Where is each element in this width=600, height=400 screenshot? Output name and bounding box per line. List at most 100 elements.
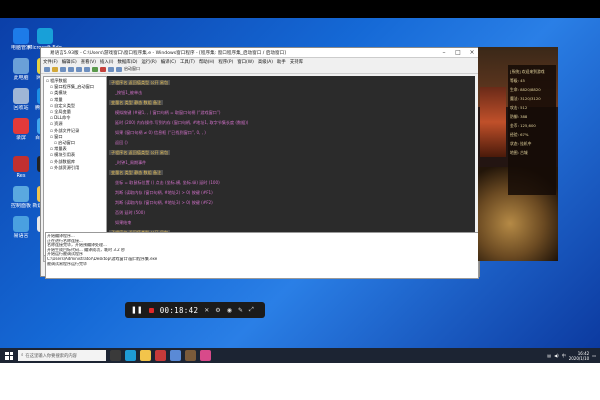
save-icon[interactable]	[60, 66, 66, 72]
game-text-line: 等级: 45	[510, 78, 525, 83]
code-line[interactable]: 判断 (读取内存 (窗口句柄, #地址2) > 0) 按键 (#F1)	[115, 190, 213, 195]
toolbar-window-label: 启动窗口	[124, 66, 140, 71]
volume-icon[interactable]: ◀)	[554, 353, 559, 358]
windows-start-icon[interactable]	[5, 351, 13, 360]
tree-item[interactable]: ▫ 外部资源引用	[46, 165, 104, 171]
code-line[interactable]: _时钟1_周期事件	[115, 160, 146, 165]
minimize-icon[interactable]: –	[437, 48, 451, 57]
code-line[interactable]: _按钮1_被单击	[115, 90, 142, 95]
game-text-line: 防御: 388	[510, 114, 528, 119]
top-letterbox	[0, 0, 600, 18]
edge-taskbar-icon[interactable]	[125, 350, 136, 361]
menu-item[interactable]: 窗口(W)	[237, 59, 254, 65]
menu-item[interactable]: 高级(A)	[258, 59, 273, 65]
find-icon[interactable]	[116, 66, 122, 72]
new-file-icon[interactable]	[44, 66, 50, 72]
cut-icon[interactable]	[68, 66, 74, 72]
menu-item[interactable]: 帮助(H)	[199, 59, 215, 65]
menu-item[interactable]: 程序(P)	[218, 59, 233, 65]
ide-titlebar: 易语言5.93版 - C:\Users\游戏窗口\窗口程序集.e - Windo…	[41, 48, 479, 58]
code-table-header[interactable]: 子程序名 返回值类型 公开 易包	[109, 80, 171, 85]
code-editor[interactable]: 子程序名 返回值类型 公开 易包 _按钮1_被单击 变量名 类型 静态 数组 备注模…	[107, 76, 475, 254]
record-timer: 00:18:42	[159, 305, 199, 315]
project-tree: ▫ 程序数据 ▫ 窗口程序集_启动窗口 ▫ 类模块 ▫ 常量 ▫ 自定义类型 ▫ 全局变量…	[44, 77, 106, 172]
paste-icon[interactable]	[84, 66, 90, 72]
game-text-line: 生命: 8820/8820	[510, 87, 541, 92]
game-text-line: 状态: 挂机中	[510, 141, 532, 146]
search-placeholder: 在这里输入你要搜索的内容	[25, 353, 77, 359]
game-text-line: 金币: 125,600	[510, 123, 536, 128]
code-line[interactable]: 否则 延时 (500)	[115, 210, 145, 215]
pen-icon[interactable]: ✎	[238, 307, 243, 314]
compile-icon[interactable]	[108, 66, 114, 72]
app-taskbar-icon-2[interactable]	[170, 350, 181, 361]
camera-icon[interactable]: ◉	[227, 307, 232, 314]
code-line[interactable]: 返回 ()	[115, 140, 128, 145]
code-line[interactable]: 判断 (读取内存 (窗口句柄, #地址3) > 0) 按键 (#F2)	[115, 200, 213, 205]
code-line[interactable]: 坐标 = 取鼠标位置 () 点击 (坐标.横, 坐标.纵) 延时 (100)	[115, 180, 220, 185]
pause-icon[interactable]: ❚❚	[131, 306, 143, 314]
network-icon[interactable]: ▤	[547, 353, 551, 358]
tree-item-label: 自定义类型	[54, 102, 76, 108]
game-text-line: 地图: 古城	[510, 150, 528, 155]
notification-icon[interactable]: ▭	[592, 353, 596, 358]
menu-item[interactable]: 工具(T)	[180, 59, 195, 65]
clock-date: 2020/1/10	[568, 355, 590, 361]
explorer-taskbar-icon[interactable]	[140, 350, 151, 361]
open-folder-icon[interactable]	[52, 66, 58, 72]
output-panel[interactable]: 开始编译程序... 正在进行名称连接... 名称连接完毕，开始预编译处理... 开始生…	[45, 232, 479, 279]
tree-item-label: 常量	[54, 96, 63, 102]
code-table-header[interactable]: 变量名 类型 静态 数组 备注	[109, 100, 164, 105]
app-icon	[13, 216, 29, 232]
menu-item[interactable]: 查看(V)	[81, 59, 96, 65]
game-text-line: 经验: 67%	[510, 132, 529, 137]
close-icon[interactable]: ×	[465, 48, 479, 57]
code-line[interactable]: 如果结束	[115, 220, 131, 225]
app-icon	[13, 156, 29, 172]
code-line[interactable]: 模拟按键 (#键1, , ) 窗口句柄 = 取窗口句柄 (“游戏窗口”)	[115, 110, 221, 115]
code-line[interactable]: 如果 (窗口句柄 ≠ 0) 信息框 (“已找到窗口”, 0, , )	[115, 130, 206, 135]
clock[interactable]: 16:42 2020/1/10	[569, 351, 590, 361]
search-icon: ⌕	[21, 353, 24, 358]
tree-item-label: 外部数据库	[54, 158, 76, 164]
game-building	[480, 87, 506, 157]
ide-title: 易语言5.93版 - C:\Users\游戏窗口\窗口程序集.e - Windo…	[50, 50, 286, 56]
settings-icon[interactable]: ⚙	[215, 307, 220, 314]
menu-item[interactable]: 支持库	[290, 59, 303, 65]
app-icon	[13, 88, 29, 104]
copy-icon[interactable]	[76, 66, 82, 72]
ime-icon[interactable]: 中	[562, 353, 566, 359]
game-taskbar-icon[interactable]	[185, 350, 196, 361]
app-icon	[13, 58, 29, 74]
code-line[interactable]: 延时 (200) 内存操作.写到内存 (窗口句柄, #地址1, 取字节集长度 (…	[115, 120, 248, 125]
code-table-header[interactable]: 变量名 类型 静态 数组 备注	[109, 170, 164, 175]
expand-icon[interactable]: ⤢	[249, 306, 254, 314]
game-text-line: 攻击: 512	[510, 105, 528, 110]
menu-item[interactable]: 编辑(E)	[62, 59, 77, 65]
menu-item[interactable]: 编译(C)	[161, 59, 176, 65]
menu-item[interactable]: 文件(F)	[43, 59, 58, 65]
menu-item[interactable]: 数据库(D)	[117, 59, 137, 65]
tree-item-label: 启动窗口	[58, 140, 75, 146]
stop-record-icon[interactable]	[148, 307, 154, 313]
taskbar-search[interactable]: ⌕ 在这里输入你要搜索的内容	[18, 350, 106, 361]
run-icon[interactable]	[92, 66, 98, 72]
game-text-line: [系统] 欢迎来到游戏	[510, 69, 545, 74]
menu-item[interactable]: 插入(I)	[100, 59, 114, 65]
app-taskbar-icon-1[interactable]	[155, 350, 166, 361]
task-view-icon[interactable]	[110, 350, 121, 361]
stop-icon[interactable]	[100, 66, 106, 72]
game-window[interactable]: [系统] 欢迎来到游戏 等级: 45 生命: 8820/8820 魔法: 3120/3…	[478, 47, 558, 261]
tree-item-label: 类模块	[54, 90, 67, 96]
code-table-header[interactable]: 子程序名 返回值类型 公开 易包	[109, 150, 171, 155]
maximize-icon[interactable]: □	[451, 48, 465, 57]
menu-item[interactable]: 助手	[277, 59, 286, 65]
app-icon	[13, 28, 29, 44]
app-taskbar-icon-3[interactable]	[200, 350, 211, 361]
tree-item-label: 窗口程序集_启动窗口	[54, 84, 94, 90]
menu-item[interactable]: 运行(R)	[141, 59, 156, 65]
close-small-icon[interactable]: ✕	[204, 307, 209, 314]
tree-item-label: 模块引用表	[54, 152, 76, 158]
screen-recorder-bar: ❚❚ 00:18:42 ✕ ⚙ ◉ ✎ ⤢	[125, 302, 265, 318]
app-icon	[13, 118, 29, 134]
